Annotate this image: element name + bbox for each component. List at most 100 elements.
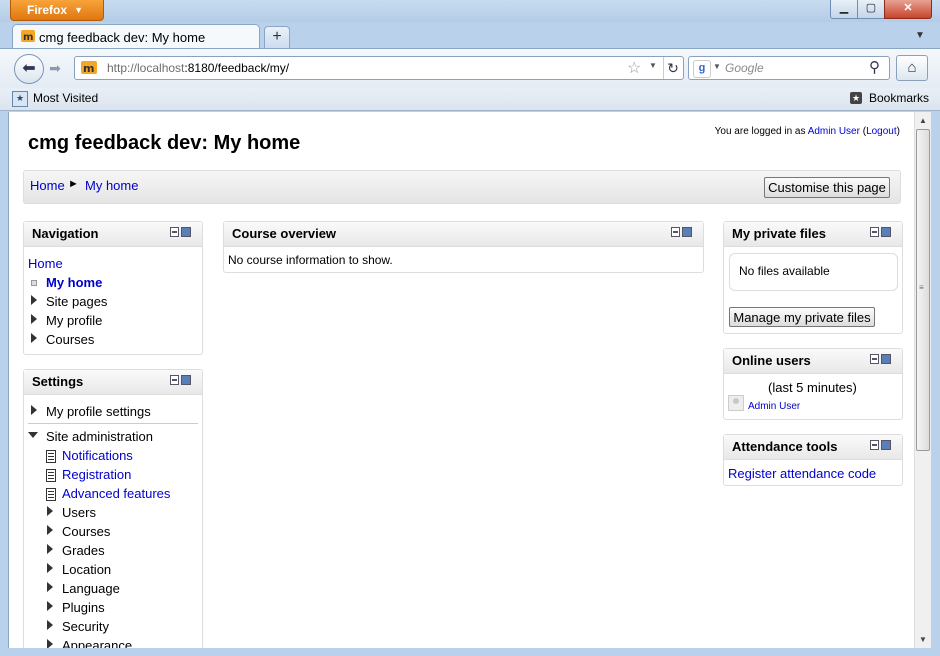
private-files-block: My private files No files available Mana… [723,221,903,334]
customise-page-button[interactable]: Customise this page [764,177,890,198]
document-icon [46,469,56,482]
home-button[interactable]: ⌂ [896,55,928,81]
settings-site-administration[interactable]: Site administration [46,429,153,444]
google-icon[interactable]: g [693,60,711,78]
register-attendance-link[interactable]: Register attendance code [728,466,876,481]
url-host: http://localhost [107,61,185,75]
expand-arrow-icon[interactable] [47,525,53,535]
nav-item-my-profile[interactable]: My profile [46,313,102,328]
logout-link[interactable]: Logout [866,126,897,137]
admin-location[interactable]: Location [62,562,111,577]
vertical-scrollbar[interactable]: ▲ ≡ ▼ [914,112,931,648]
block-controls-icon[interactable] [671,227,693,238]
nav-item-site-pages[interactable]: Site pages [46,294,107,309]
bookmarks-icon: ★ [850,92,862,104]
document-icon [46,450,56,463]
bookmarks-menu[interactable]: Bookmarks [869,91,929,105]
navigation-block: Navigation Home My home Site pages My pr… [23,221,203,355]
chevron-down-icon[interactable]: ▼ [649,61,657,70]
no-files-message: No files available [739,264,830,278]
scroll-up-icon[interactable]: ▲ [915,112,931,129]
window-frame-bottom [0,648,940,656]
collapse-arrow-icon[interactable] [28,432,38,438]
expand-arrow-icon[interactable] [47,544,53,554]
expand-arrow-icon[interactable] [47,620,53,630]
expand-arrow-icon[interactable] [47,563,53,573]
most-visited-link[interactable]: Most Visited [33,91,98,105]
login-info: You are logged in as Admin User (Logout) [715,126,900,137]
url-path: :8180/feedback/my/ [184,61,290,75]
admin-appearance[interactable]: Appearance [62,638,132,648]
nav-home-link[interactable]: Home [28,256,63,271]
browser-tab[interactable]: m cmg feedback dev: My home [12,24,260,49]
minimize-button[interactable]: ▁ [830,0,858,19]
bullet-icon [31,280,37,286]
navigation-block-title: Navigation [32,226,99,241]
expand-arrow-icon[interactable] [31,295,37,305]
moodle-favicon-icon: m [21,30,35,43]
expand-arrow-icon[interactable] [31,314,37,324]
admin-grades[interactable]: Grades [62,543,105,558]
block-controls-icon[interactable] [870,227,892,238]
online-user-link[interactable]: Admin User [748,401,800,412]
search-icon[interactable]: ⚲ [869,58,880,76]
chevron-down-icon[interactable]: ▼ [713,62,721,71]
bookmark-star-icon[interactable]: ☆ [627,58,641,78]
scroll-down-icon[interactable]: ▼ [915,631,931,648]
admin-registration-link[interactable]: Registration [62,467,131,482]
search-placeholder: Google [725,61,764,75]
settings-block: Settings My profile settings Site admini… [23,369,203,648]
expand-arrow-icon[interactable] [47,506,53,516]
nav-item-my-home[interactable]: My home [46,275,102,290]
breadcrumb-bar: Home ► My home Customise this page [23,170,901,204]
private-files-title: My private files [732,226,826,241]
admin-language[interactable]: Language [62,581,120,596]
admin-advanced-features-link[interactable]: Advanced features [62,486,170,501]
login-paren-close: ) [896,126,900,137]
attendance-tools-header: Attendance tools [724,435,902,460]
login-user-link[interactable]: Admin User [808,126,860,137]
close-window-button[interactable]: ✕ [884,0,932,19]
breadcrumb-home-link[interactable]: Home [30,178,65,193]
block-controls-icon[interactable] [870,440,892,451]
block-controls-icon[interactable] [870,354,892,365]
block-controls-icon[interactable] [170,227,192,238]
expand-arrow-icon[interactable] [47,601,53,611]
block-controls-icon[interactable] [170,375,192,386]
admin-notifications-link[interactable]: Notifications [62,448,133,463]
expand-arrow-icon[interactable] [31,405,37,415]
settings-my-profile[interactable]: My profile settings [46,404,151,419]
svg-text:m: m [23,32,33,43]
firefox-menu-button[interactable]: Firefox ▼ [10,0,104,21]
search-bar[interactable]: g ▼ Google ⚲ [688,56,890,80]
navigation-block-header: Navigation [24,222,202,247]
online-users-block: Online users (last 5 minutes) Admin User [723,348,903,420]
back-button[interactable]: ⬅ [14,54,44,84]
admin-plugins[interactable]: Plugins [62,600,105,615]
breadcrumb-myhome-link[interactable]: My home [85,178,138,193]
settings-block-title: Settings [32,374,84,389]
chevron-down-icon: ▼ [74,5,83,15]
page-content: You are logged in as Admin User (Logout)… [10,112,914,648]
new-tab-button[interactable]: + [264,26,290,49]
admin-users[interactable]: Users [62,505,96,520]
scroll-thumb[interactable]: ≡ [916,129,930,451]
expand-arrow-icon[interactable] [47,582,53,592]
online-users-header: Online users [724,349,902,374]
reload-icon[interactable]: ↻ [663,57,682,79]
admin-courses[interactable]: Courses [62,524,110,539]
bookmarks-toolbar: ★ Most Visited ★ Bookmarks [0,88,940,111]
url-text: http://localhost:8180/feedback/my/ [107,61,289,75]
expand-arrow-icon[interactable] [31,333,37,343]
nav-item-courses[interactable]: Courses [46,332,94,347]
online-users-title: Online users [732,353,811,368]
tab-list-icon[interactable]: ▼ [910,26,930,46]
forward-button[interactable]: ➡ [44,58,66,78]
title-bar [0,0,940,22]
expand-arrow-icon[interactable] [47,639,53,648]
url-bar[interactable]: m http://localhost:8180/feedback/my/ ☆ ▼… [74,56,684,80]
admin-security[interactable]: Security [62,619,109,634]
manage-private-files-button[interactable]: Manage my private files [729,307,875,327]
tab-title: cmg feedback dev: My home [39,30,206,45]
maximize-button[interactable]: ▢ [857,0,885,19]
